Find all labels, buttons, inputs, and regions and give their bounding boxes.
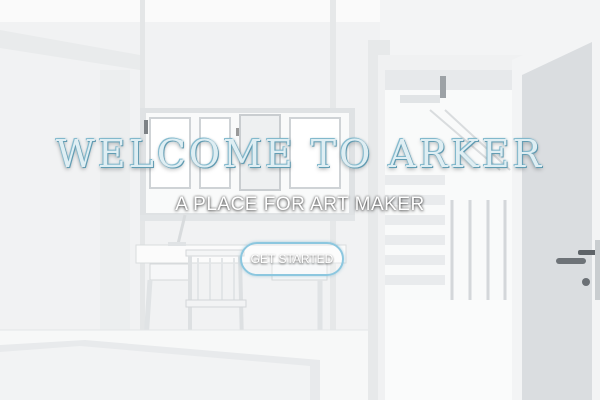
get-started-label: GET STARTED: [250, 252, 334, 266]
get-started-button[interactable]: GET STARTED: [240, 242, 344, 276]
hero-subtitle: A PLACE FOR ART MAKER: [175, 194, 425, 215]
hero-title: WELCOME TO ARKER: [55, 132, 545, 176]
hero-overlay: WELCOME TO ARKER A PLACE FOR ART MAKER G…: [0, 0, 600, 400]
